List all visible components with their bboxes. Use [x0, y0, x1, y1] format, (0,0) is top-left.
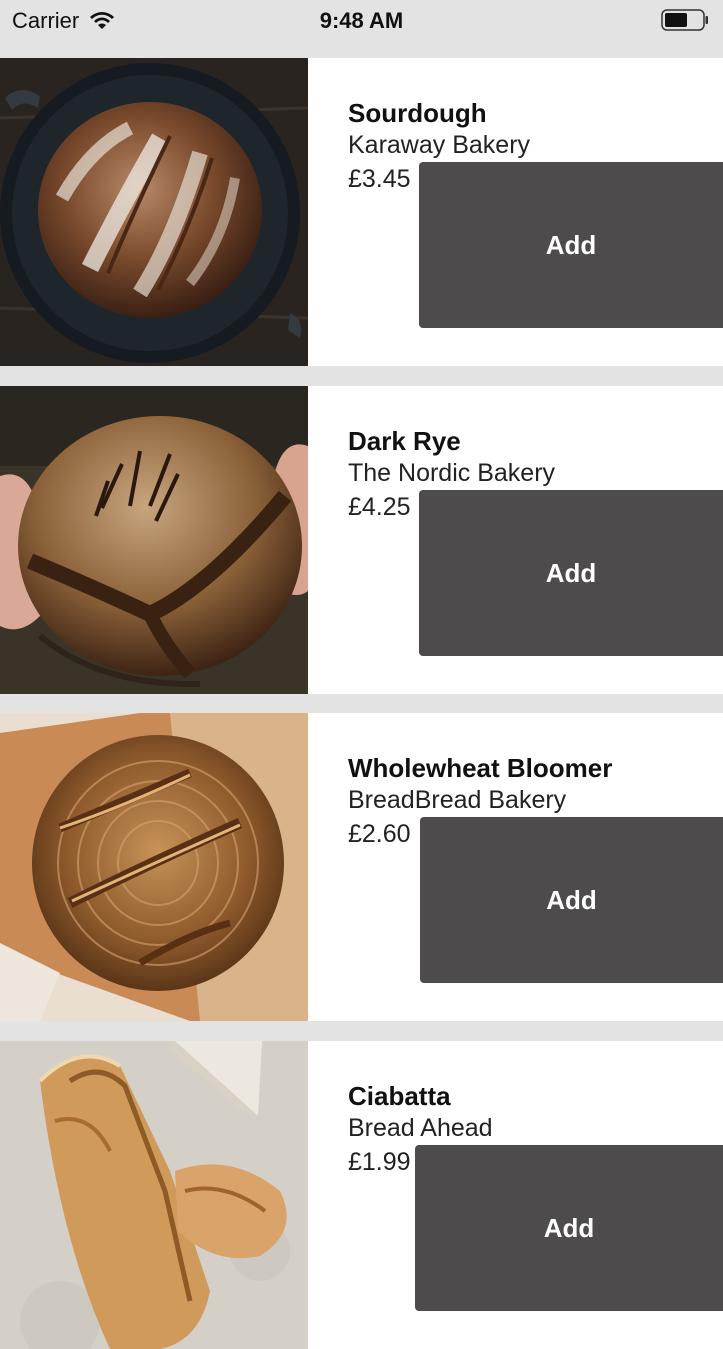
product-image-wholewheat-bloomer [0, 713, 308, 1021]
product-price: £2.60 [348, 820, 411, 848]
product-bakery: The Nordic Bakery [348, 459, 556, 487]
product-bakery: Karaway Bakery [348, 131, 531, 159]
product-name: Wholewheat Bloomer [348, 753, 613, 783]
product-row: Sourdough Karaway Bakery £3.45 Add [0, 58, 723, 366]
add-button[interactable]: Add [419, 162, 723, 328]
add-button[interactable]: Add [415, 1145, 723, 1311]
product-image-sourdough [0, 58, 308, 366]
product-bakery: BreadBread Bakery [348, 786, 567, 814]
product-bakery: Bread Ahead [348, 1114, 493, 1142]
product-name: Ciabatta [348, 1081, 451, 1111]
product-name: Dark Rye [348, 426, 461, 456]
product-name: Sourdough [348, 98, 487, 128]
product-row: Wholewheat Bloomer BreadBread Bakery £2.… [0, 713, 723, 1021]
product-row: Ciabatta Bread Ahead £1.99 Add [0, 1041, 723, 1349]
product-price: £1.99 [348, 1148, 411, 1176]
add-button[interactable]: Add [420, 817, 723, 983]
status-time: 9:48 AM [319, 8, 404, 33]
product-row: Dark Rye The Nordic Bakery £4.25 Add [0, 386, 723, 694]
product-image-ciabatta [0, 1041, 308, 1349]
product-price: £4.25 [348, 493, 411, 521]
product-image-dark-rye [0, 386, 308, 694]
status-bar: Carrier 9:48 AM [0, 0, 723, 58]
add-button[interactable]: Add [419, 490, 723, 656]
battery-icon [661, 9, 708, 31]
product-price: £3.45 [348, 165, 411, 193]
